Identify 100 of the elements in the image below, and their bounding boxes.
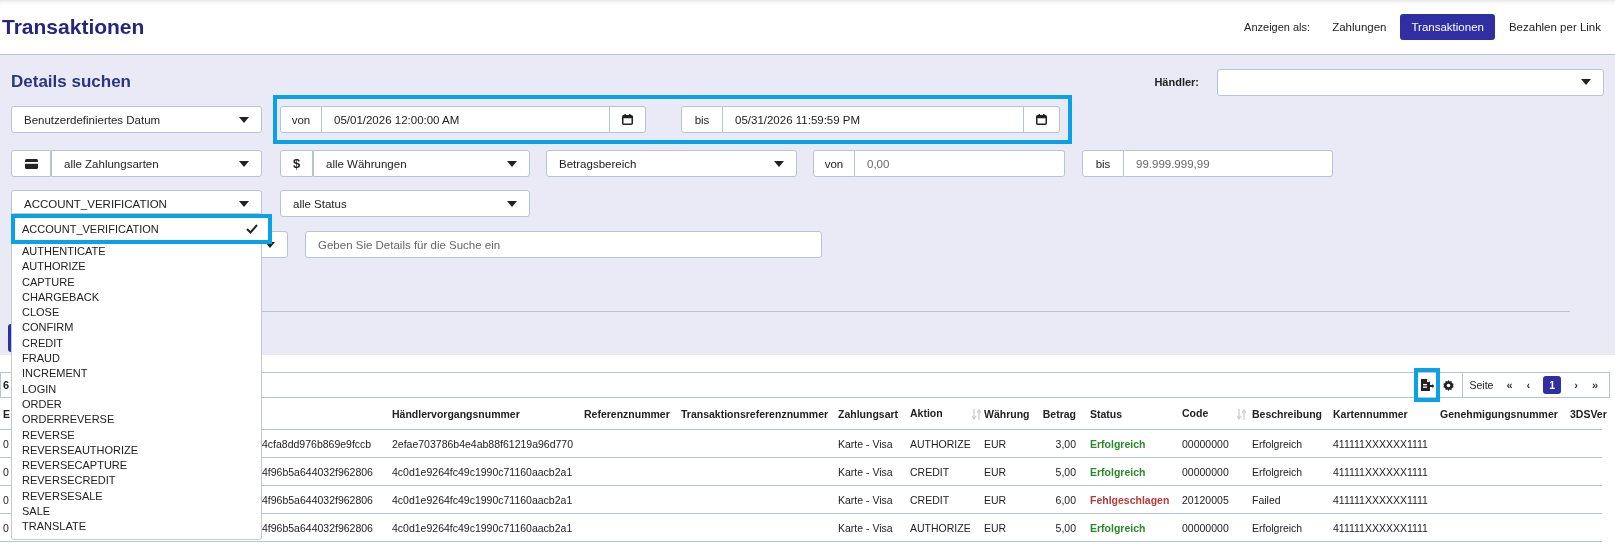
table-cell: AUTHORIZE (910, 521, 971, 534)
dropdown-option[interactable]: FRAUD (12, 351, 261, 367)
field-label: von (280, 106, 322, 133)
date-preset-select[interactable]: Benutzerdefiniertes Datum (11, 106, 262, 133)
pager-nav[interactable]: ‹ (1521, 379, 1536, 391)
caret-icon (1581, 79, 1591, 85)
dropdown-option[interactable]: REVERSEAUTHORIZE (12, 442, 261, 459)
table-cell: 411111XXXXXX1111 (1333, 521, 1428, 534)
table-cell: 4f96b5a644032f962806 (262, 465, 373, 478)
merchant-label: Händler: (1154, 76, 1199, 88)
dropdown-option[interactable]: REVERSESALE (12, 488, 261, 505)
dropdown-option[interactable]: REVERSECREDIT (12, 473, 261, 489)
status-text: Erfolgreich (1090, 521, 1146, 534)
dropdown-option[interactable]: CONFIRM (12, 320, 261, 336)
dropdown-option[interactable]: CREDIT (12, 335, 261, 352)
dropdown-option[interactable]: INCREMENT (12, 366, 261, 382)
search-field[interactable]: Geben Sie Details für die Suche ein (305, 231, 822, 258)
dropdown-option[interactable]: CAPTURE (12, 274, 261, 290)
view-tab[interactable]: Bezahlen per Link (1502, 14, 1607, 40)
table-cell: 4f96b5a644032f962806 (262, 521, 373, 534)
table-cell: EUR (984, 437, 1007, 450)
view-tab[interactable]: Transaktionen (1400, 14, 1495, 40)
column-header: Transaktionsreferenznummer (681, 407, 829, 420)
table-cell: CREDIT (910, 493, 950, 506)
card-icon (24, 158, 38, 169)
column-header: Aktion (910, 407, 943, 420)
view-tab[interactable]: Zahlungen (1326, 14, 1393, 40)
section-title: Details suchen (11, 72, 131, 92)
field-label: bis (1082, 150, 1124, 177)
dropdown-option[interactable]: ORDERREVERSE (12, 412, 261, 428)
table-cell: 0 (3, 437, 9, 450)
status-text: Erfolgreich (1090, 465, 1146, 478)
column-header: E (3, 407, 10, 420)
table-cell: 20120005 (1182, 493, 1229, 506)
caret-icon (507, 160, 517, 167)
result-count: 6 (2, 379, 10, 391)
status-select[interactable]: alle Status (280, 190, 530, 217)
page-button[interactable]: 1 (1543, 376, 1562, 394)
dropdown-option[interactable]: CLOSE (12, 305, 261, 321)
column-header: Genehmigungsnummer (1440, 407, 1558, 420)
dropdown-option[interactable]: ORDER (12, 396, 261, 413)
column-header: Status (1090, 407, 1123, 420)
dropdown-option[interactable]: CHARGEBACK (12, 289, 261, 306)
status-text: Fehlgeschlagen (1090, 493, 1170, 506)
table-cell: Erfolgreich (1252, 521, 1303, 534)
table-cell: 0 (3, 465, 9, 478)
column-header: Kartennummer (1333, 407, 1408, 420)
dropdown-option[interactable]: REVERSE (12, 427, 261, 443)
page-title: Transaktionen (2, 15, 145, 39)
amount-range-select[interactable]: Betragsbereich (546, 150, 797, 177)
amount-field[interactable]: 0,00 (855, 150, 1065, 177)
table-cell: 00000000 (1182, 437, 1229, 450)
table-cell: 411111XXXXXX1111 (1333, 465, 1428, 478)
caret-icon (239, 116, 249, 123)
export-icon[interactable] (1420, 379, 1434, 391)
calendar-button[interactable] (1024, 106, 1060, 133)
currency-select[interactable]: alle Währungen (313, 150, 530, 177)
column-header: Währung (984, 407, 1030, 420)
payment-type-select[interactable]: alle Zahlungsarten (51, 150, 262, 177)
caret-icon (774, 160, 784, 167)
pager-nav[interactable]: › (1569, 379, 1583, 391)
table-cell: EUR (984, 465, 1007, 478)
table-cell: 4c0d1e9264fc49c1990c71160aacb2a1 (392, 521, 573, 534)
table-cell: Erfolgreich (1252, 465, 1303, 478)
table-cell: Erfolgreich (1252, 437, 1303, 450)
amount-field[interactable]: 99.999.999,99 (1124, 150, 1333, 177)
table-cell: 2efae703786b4e4ab88f61219a96d770 (392, 437, 574, 450)
column-header: 3DSVer (1570, 407, 1607, 420)
table-cell: 0 (3, 493, 9, 506)
dropdown-option[interactable]: LOGIN (12, 381, 261, 397)
table-cell: Karte - Visa (838, 465, 893, 478)
dropdown-option[interactable]: AUTHENTICATE (12, 244, 261, 260)
settings-icon[interactable] (1443, 379, 1455, 391)
dropdown-option[interactable]: TRANSLATE (12, 519, 261, 535)
table-cell: Karte - Visa (838, 437, 893, 450)
table-cell: 4c0d1e9264fc49c1990c71160aacb2a1 (392, 465, 573, 478)
calendar-icon (1036, 114, 1047, 125)
table-cell: Karte - Visa (838, 493, 893, 506)
pager-nav[interactable]: « (1501, 379, 1518, 391)
table-cell: 5,00 (1055, 521, 1076, 534)
date-field[interactable]: 05/31/2026 11:59:59 PM (723, 106, 1024, 133)
pager-nav[interactable]: » (1586, 379, 1603, 391)
calendar-icon (622, 114, 633, 125)
currency-symbol: $ (280, 150, 313, 177)
page-label: Seite (1469, 379, 1494, 391)
calendar-button[interactable] (610, 106, 646, 133)
caret-icon (239, 200, 249, 207)
dropdown-option[interactable]: AUTHORIZE (12, 259, 261, 275)
date-field[interactable]: 05/01/2026 12:00:00 AM (322, 106, 610, 133)
view-label: Anzeigen als: (1244, 21, 1311, 33)
check-icon (246, 224, 258, 234)
table-cell: 00000000 (1182, 521, 1229, 534)
table-cell: 5,00 (1055, 465, 1076, 478)
dropdown-option[interactable]: SALE (12, 504, 261, 520)
table-cell: 6,00 (1055, 493, 1076, 506)
column-header: Code (1182, 407, 1209, 420)
dropdown-option[interactable]: ACCOUNT_VERIFICATION (11, 214, 272, 244)
table-cell: EUR (984, 493, 1007, 506)
dropdown-option[interactable]: REVERSECAPTURE (12, 458, 261, 474)
table-cell: 411111XXXXXX1111 (1333, 493, 1428, 506)
